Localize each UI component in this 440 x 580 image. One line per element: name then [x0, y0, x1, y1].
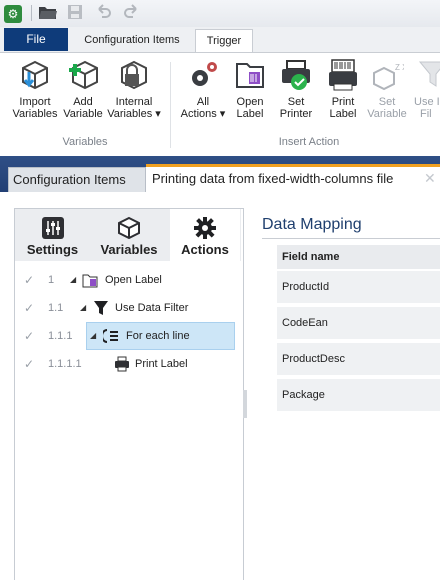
print-label-button[interactable]: Print Label — [323, 58, 363, 126]
actions-panel — [14, 208, 244, 580]
tab-configuration-items[interactable]: Configuration Items — [76, 29, 188, 52]
gears-icon — [186, 58, 220, 92]
document-tab-active[interactable]: Printing data from fixed-width-columns f… — [146, 164, 440, 192]
check-icon[interactable]: ✓ — [24, 330, 36, 342]
document-tab-title: Printing data from fixed-width-columns f… — [152, 171, 394, 186]
open-label-button[interactable]: Open Label — [230, 58, 270, 126]
column-header-field-name[interactable]: Field name — [277, 245, 440, 269]
tab-settings[interactable]: Settings — [15, 209, 90, 261]
printer-check-icon — [279, 58, 313, 92]
sliders-icon — [41, 216, 65, 240]
table-row[interactable]: Package — [277, 377, 440, 411]
tree-row-for-each-line[interactable]: ✓ 1.1.1 ◢ For each line — [15, 324, 241, 350]
panel-splitter-handle[interactable] — [243, 390, 247, 418]
collapse-arrow-icon[interactable]: ◢ — [70, 275, 76, 284]
open-folder-icon[interactable] — [38, 3, 60, 23]
filter-icon — [93, 300, 109, 316]
printer-icon — [114, 356, 130, 372]
open-label-icon — [233, 58, 267, 92]
redo-icon — [122, 3, 144, 23]
filter-icon — [416, 58, 440, 92]
tab-variables[interactable]: Variables — [90, 209, 168, 261]
check-icon[interactable]: ✓ — [24, 358, 36, 370]
tab-actions[interactable]: Actions — [170, 209, 240, 261]
group-label-insert-action: Insert Action — [278, 136, 340, 148]
toolbar-separator — [31, 5, 32, 21]
collapse-arrow-icon[interactable]: ◢ — [80, 303, 86, 312]
collapse-arrow-icon[interactable]: ◢ — [90, 331, 96, 340]
file-tab[interactable]: File — [4, 28, 68, 51]
table-row[interactable]: CodeEan — [277, 305, 440, 339]
tree-row-open-label[interactable]: ✓ 1 ◢ Open Label — [15, 268, 241, 294]
check-icon[interactable]: ✓ — [24, 302, 36, 314]
all-actions-dropdown[interactable]: All Actions ▾ — [178, 58, 228, 126]
undo-icon — [95, 3, 117, 23]
tree-label: Use Data Filter — [115, 302, 189, 314]
set-printer-button[interactable]: Set Printer — [276, 58, 316, 126]
tree-label: Print Label — [135, 358, 188, 370]
loop-list-icon — [101, 328, 119, 344]
table-row[interactable]: ProductId — [277, 269, 440, 303]
app-gear-icon[interactable]: ⚙ — [4, 5, 22, 23]
svg-text:Z X: Z X — [395, 63, 404, 72]
open-label-icon — [82, 272, 98, 288]
save-icon — [66, 3, 88, 23]
set-variable-icon: Z X — [370, 58, 408, 92]
tree-label: Open Label — [105, 274, 162, 286]
document-tab-configuration-items[interactable]: Configuration Items — [8, 167, 146, 192]
tree-row-use-data-filter[interactable]: ✓ 1.1 ◢ Use Data Filter — [15, 296, 241, 322]
print-label-icon — [326, 58, 360, 92]
tree-row-print-label[interactable]: ✓ 1.1.1.1 Print Label — [15, 352, 241, 378]
internal-variables-dropdown[interactable]: Internal Variables ▾ — [106, 58, 162, 126]
add-variable-icon — [66, 58, 100, 92]
gear-icon — [193, 216, 217, 240]
group-label-variables: Variables — [62, 136, 108, 148]
add-variable-button[interactable]: Add Variable — [60, 58, 106, 126]
use-filter-button-partial[interactable]: Use I Fil — [410, 58, 440, 126]
set-variable-button[interactable]: Z X Set Variable — [366, 58, 408, 126]
data-mapping-title: Data Mapping — [262, 216, 362, 233]
close-icon[interactable]: ✕ — [424, 170, 436, 187]
ribbon-group-separator — [170, 62, 171, 148]
table-row[interactable]: ProductDesc — [277, 341, 440, 375]
cube-icon — [117, 216, 141, 240]
import-variables-button[interactable]: Import Variables — [8, 58, 62, 126]
import-variables-icon — [18, 58, 52, 92]
check-icon[interactable]: ✓ — [24, 274, 36, 286]
title-underline — [262, 238, 440, 239]
tree-label: For each line — [126, 330, 190, 342]
internal-variables-icon — [117, 58, 151, 92]
tab-trigger[interactable]: Trigger — [195, 29, 253, 53]
